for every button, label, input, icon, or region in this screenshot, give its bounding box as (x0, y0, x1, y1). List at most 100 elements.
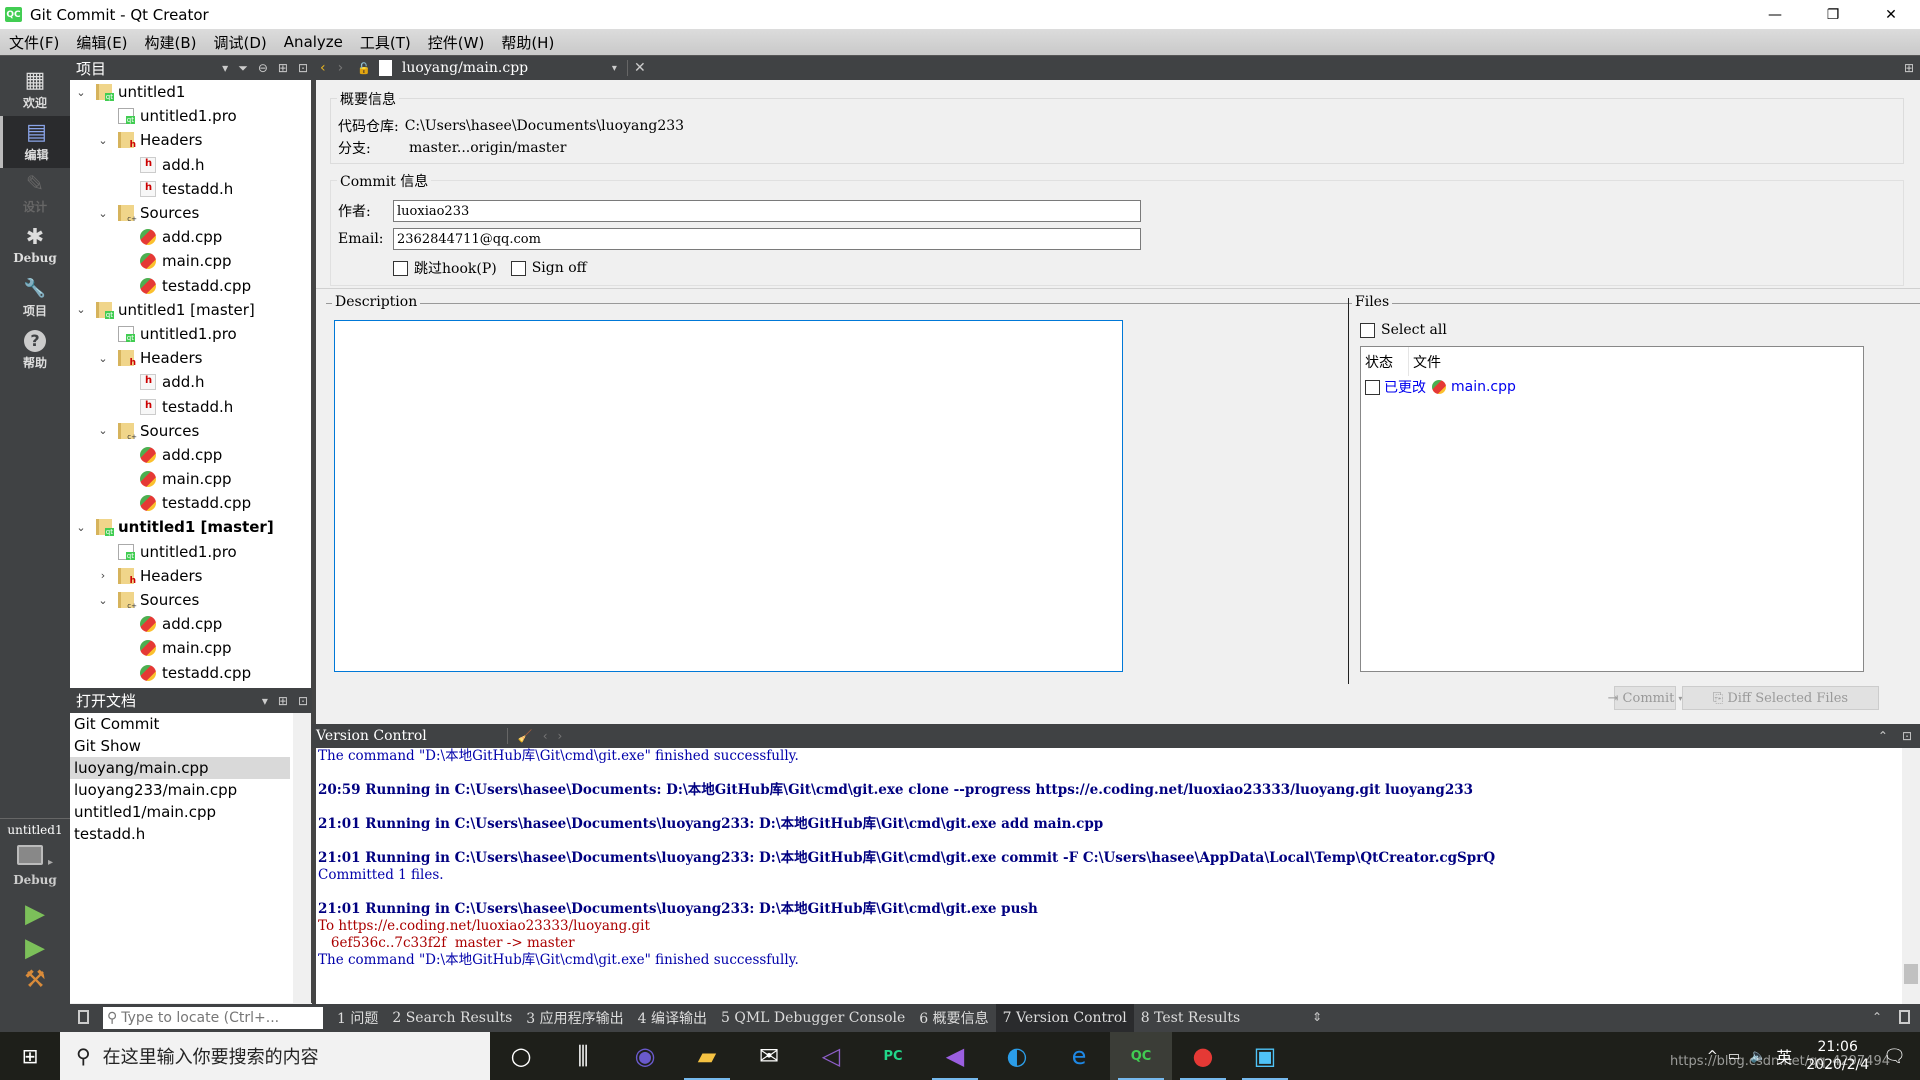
sign-off-checkbox[interactable] (510, 260, 526, 276)
document-dropdown-icon[interactable]: ▾ (612, 63, 617, 74)
chevron-down-icon[interactable]: ⌄ (96, 594, 110, 607)
diff-selected-files-button[interactable]: ⎘ Diff Selected Files (1682, 686, 1879, 710)
taskbar-app-pycharm[interactable]: PC (862, 1032, 924, 1080)
mode-welcome[interactable]: ▦ 欢迎 (0, 64, 70, 116)
filter-icon[interactable]: ⏷ (238, 61, 248, 76)
open-document-item[interactable]: untitled1/main.cpp (70, 801, 290, 823)
chevron-down-icon[interactable]: ⌄ (96, 352, 110, 365)
open-documents-title[interactable]: 打开文档 (76, 690, 136, 711)
output-pane-tab[interactable]: 3 应用程序输出 (519, 1004, 630, 1032)
taskbar-app-chrome[interactable]: ● (1172, 1032, 1234, 1080)
sign-off-label[interactable]: Sign off (532, 260, 587, 276)
more-panes-icon[interactable]: ⇕ (1312, 1010, 1322, 1024)
mode-help[interactable]: ? 帮助 (0, 324, 70, 376)
locator-input[interactable]: ⚲ Type to locate (Ctrl+... (103, 1007, 323, 1029)
tree-item[interactable]: testadd.h (70, 177, 311, 201)
menu-build[interactable]: 构建(B) (136, 32, 205, 53)
link-icon[interactable]: ⊖ (258, 61, 268, 75)
output-pane-tab[interactable]: 8 Test Results (1134, 1004, 1247, 1032)
tree-item[interactable]: main.cpp (70, 636, 311, 660)
previous-item-icon[interactable]: ‹ (543, 729, 548, 743)
taskbar-app-cortana[interactable]: ○ (490, 1032, 552, 1080)
output-pane-tab[interactable]: 6 概要信息 (912, 1004, 995, 1032)
project-pane-title[interactable]: 项目 (76, 58, 106, 79)
start-button[interactable]: ⊞ (0, 1032, 60, 1080)
tree-item[interactable]: testadd.cpp (70, 661, 311, 685)
taskbar-search[interactable]: ⚲ 在这里输入你要搜索的内容 (60, 1032, 490, 1080)
open-document-item[interactable]: Git Commit (70, 713, 290, 735)
close-window-button[interactable]: ✕ (1862, 0, 1920, 29)
minimize-button[interactable]: — (1746, 0, 1804, 29)
open-documents-scrollbar[interactable] (293, 713, 311, 1003)
tree-item[interactable]: add.cpp (70, 225, 311, 249)
split-icon[interactable]: ⊞ (278, 61, 288, 75)
output-pane-tab[interactable]: 5 QML Debugger Console (714, 1004, 912, 1032)
mode-debug[interactable]: ✱ Debug (0, 220, 70, 272)
chevron-down-icon[interactable]: ⌄ (96, 424, 110, 437)
view-dropdown-icon[interactable]: ▾ (222, 61, 228, 75)
tree-item[interactable]: testadd.cpp (70, 274, 311, 298)
split-editor-button[interactable]: ⊞ (1904, 61, 1914, 75)
maximize-pane-icon[interactable]: ⌃ (1878, 729, 1888, 743)
tree-item[interactable]: ⌄ untitled1 [master] (70, 515, 311, 539)
tree-item[interactable]: untitled1.pro (70, 540, 311, 564)
current-file-name[interactable]: luoyang/main.cpp (402, 60, 612, 76)
tree-item[interactable]: add.h (70, 153, 311, 177)
taskbar-app-control-panel[interactable]: ▣ (1234, 1032, 1296, 1080)
tree-item[interactable]: testadd.h (70, 394, 311, 418)
taskbar-app-file-explorer[interactable]: ▰ (676, 1032, 738, 1080)
select-all-checkbox[interactable] (1360, 322, 1375, 338)
select-all-label[interactable]: Select all (1381, 322, 1447, 338)
output-scrollbar[interactable] (1902, 748, 1920, 1004)
chevron-down-icon[interactable]: ⌄ (74, 86, 88, 99)
tree-item[interactable]: › Headers (70, 564, 311, 588)
view-dropdown-icon[interactable]: ▾ (262, 694, 268, 708)
output-pane-tab[interactable]: 4 编译输出 (631, 1004, 714, 1032)
menu-window[interactable]: 控件(W) (419, 32, 493, 53)
close-pane-icon[interactable]: ⊡ (298, 61, 308, 75)
tree-item[interactable]: ⌄ untitled1 [master] (70, 298, 311, 322)
menu-debug[interactable]: 调试(D) (205, 32, 275, 53)
commit-button[interactable]: ⇥ Commit ▾ (1608, 686, 1682, 710)
version-control-output[interactable]: The command "D:\本地GitHub库\Git\cmd\git.ex… (312, 748, 1920, 1004)
mode-projects[interactable]: 🔧 项目 (0, 272, 70, 324)
restore-button[interactable]: ❐ (1804, 0, 1862, 29)
taskbar-app-task-view[interactable]: ⫼ (552, 1032, 614, 1080)
file-checkbox[interactable] (1365, 379, 1380, 395)
tree-item[interactable]: main.cpp (70, 467, 311, 491)
chevron-down-icon[interactable]: ⌄ (96, 207, 110, 220)
taskbar-app-eclipse-installer[interactable]: ◐ (986, 1032, 1048, 1080)
close-pane-icon[interactable]: ⊡ (1902, 729, 1912, 743)
column-file[interactable]: 文件 (1409, 352, 1441, 372)
chevron-down-icon[interactable]: ⌄ (96, 134, 110, 147)
tree-item[interactable]: testadd.cpp (70, 491, 311, 515)
open-document-item[interactable]: luoyang233/main.cpp (70, 779, 290, 801)
split-icon[interactable]: ⊞ (278, 694, 288, 708)
menu-tools[interactable]: 工具(T) (351, 32, 419, 53)
menu-analyze[interactable]: Analyze (275, 33, 351, 51)
taskbar-app-visual-studio[interactable]: ◀ (924, 1032, 986, 1080)
tree-item[interactable]: untitled1.pro (70, 322, 311, 346)
output-pane-tab[interactable]: 1 问题 (330, 1004, 385, 1032)
tree-item[interactable]: ⌄ Headers (70, 128, 311, 152)
file-row[interactable]: 已更改 main.cpp (1361, 376, 1863, 398)
menu-file[interactable]: 文件(F) (0, 32, 67, 53)
maximize-output-icon[interactable]: ⌃ (1872, 1010, 1882, 1024)
tree-item[interactable]: add.h (70, 370, 311, 394)
author-input[interactable]: luoxiao233 (393, 200, 1141, 222)
close-pane-icon[interactable]: ⊡ (298, 694, 308, 708)
description-textarea[interactable] (334, 320, 1123, 672)
splitter-handle[interactable] (1348, 298, 1349, 684)
tree-item[interactable]: add.cpp (70, 443, 311, 467)
tree-item[interactable]: main.cpp (70, 249, 311, 273)
tree-item[interactable]: ⌄ Sources (70, 201, 311, 225)
mode-design[interactable]: ✎ 设计 (0, 168, 70, 220)
chevron-down-icon[interactable]: ⌄ (74, 521, 88, 534)
tree-item[interactable]: ⌄ Sources (70, 588, 311, 612)
taskbar-app-qt-creator[interactable]: QC (1110, 1032, 1172, 1080)
tree-item[interactable]: ⌄ Sources (70, 419, 311, 443)
taskbar-app-visual-studio-blend[interactable]: ◁ (800, 1032, 862, 1080)
kit-selector[interactable]: untitled1 ▸ Debug ▶ ▶ ⚒ (0, 818, 70, 1004)
open-document-item[interactable]: testadd.h (70, 823, 290, 845)
scrollbar-thumb[interactable] (1904, 964, 1918, 984)
